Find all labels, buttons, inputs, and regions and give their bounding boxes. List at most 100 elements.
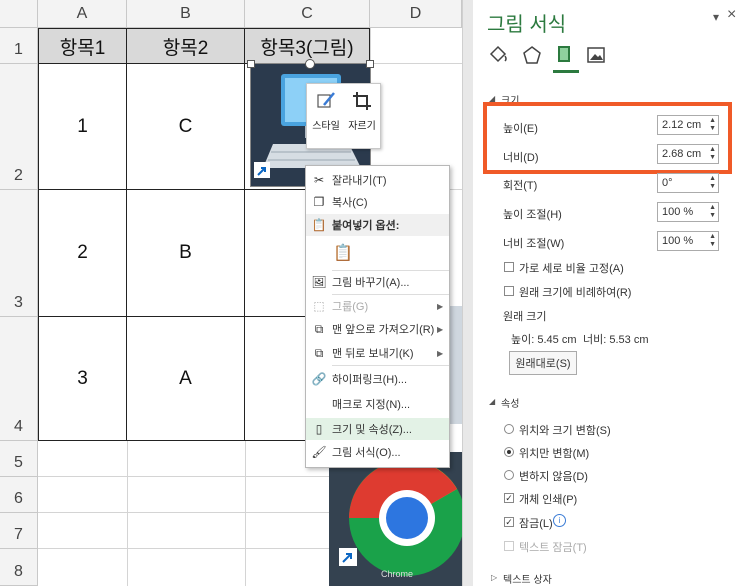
crop-icon <box>353 92 371 110</box>
lock-aspect-checkbox[interactable] <box>504 262 514 272</box>
pane-title: 그림 서식 <box>487 14 567 36</box>
table-cell[interactable]: B <box>127 190 245 317</box>
column-header-d[interactable]: D <box>370 0 462 28</box>
menu-item-size-properties[interactable]: ▯ 크기 및 속성(Z)... <box>306 418 449 440</box>
rotation-input[interactable]: 0° ▲ ▼ <box>657 173 719 193</box>
radio-move-and-size[interactable] <box>504 424 514 434</box>
gridline <box>370 63 462 64</box>
spinner-icon[interactable]: ▲ ▼ <box>709 175 716 191</box>
menu-item-cut[interactable]: ✂ 잘라내기(T) <box>306 169 449 191</box>
column-header-a[interactable]: A <box>38 0 127 28</box>
chrome-picture[interactable]: Chrome <box>329 452 462 586</box>
rotate-handle[interactable] <box>305 59 315 69</box>
print-object-checkbox[interactable]: ✓ <box>504 493 514 503</box>
menu-item-group[interactable]: ⬚ 그룹(G) ▶ <box>306 295 449 317</box>
table-cell[interactable]: C <box>127 64 245 190</box>
menu-item-format-picture[interactable]: 🖌 그림 서식(O)... <box>306 441 449 463</box>
section-toggle-icon[interactable]: ▷ <box>491 573 497 582</box>
locked-checkbox[interactable]: ✓ <box>504 517 514 527</box>
table-cell[interactable]: 3 <box>38 317 127 441</box>
scale-height-input[interactable]: 100 % ▲ ▼ <box>657 202 719 222</box>
format-picture-pane: 그림 서식 ▾ × ◢ 크기 높이(E) 2.12 cm ▲ ▼ 너비(D) 2.6… <box>473 0 745 586</box>
fill-line-tab[interactable] <box>487 44 511 68</box>
effects-tab[interactable] <box>521 44 545 68</box>
spinner-icon[interactable]: ▲ ▼ <box>709 146 716 162</box>
spinner-icon[interactable]: ▲ ▼ <box>709 204 716 220</box>
radio-move-only-label: 위치만 변함(M) <box>519 448 590 460</box>
context-menu: ✂ 잘라내기(T) ❐ 복사(C) 📋 붙여넣기 옵션: 📋 🖼 그림 바꾸기(A)..… <box>305 165 450 468</box>
close-icon[interactable]: × <box>727 6 736 24</box>
menu-item-paste-option[interactable]: 📋 <box>306 238 449 268</box>
original-height: 높이: 5.45 cm <box>511 334 577 346</box>
size-properties-tab[interactable] <box>553 42 579 73</box>
column-header-c[interactable]: C <box>245 0 370 28</box>
resize-handle[interactable] <box>366 60 374 68</box>
table-cell[interactable]: 1 <box>38 64 127 190</box>
reset-button[interactable]: 원래대로(S) <box>509 351 577 375</box>
row-header-4[interactable]: 4 <box>0 317 38 441</box>
size-properties-icon <box>558 46 570 62</box>
radio-move-and-size-label: 위치와 크기 변함(S) <box>519 425 611 437</box>
lock-aspect-label: 가로 세로 비율 고정(A) <box>519 263 624 275</box>
hyperlink-icon: 🔗 <box>311 372 327 386</box>
info-icon[interactable]: i <box>553 514 566 527</box>
spinner-icon[interactable]: ▲ ▼ <box>709 117 716 133</box>
row-header-3[interactable]: 3 <box>0 190 38 317</box>
section-properties-title[interactable]: 속성 <box>501 395 519 410</box>
size-properties-icon: ▯ <box>315 422 323 436</box>
spreadsheet: A B C D 1 2 3 4 5 6 7 8 항목1 항목2 항목3(그림) … <box>0 0 462 586</box>
table-cell[interactable]: 2 <box>38 190 127 317</box>
locked-label: 잠금(L) <box>519 518 553 530</box>
menu-item-hyperlink[interactable]: 🔗 하이퍼링크(H)... <box>306 368 449 390</box>
paste-icon: 📋 <box>311 218 327 232</box>
table-header-cell[interactable]: 항목1 <box>38 28 127 64</box>
menu-divider <box>332 365 449 366</box>
submenu-arrow-icon: ▶ <box>437 348 444 358</box>
row-header-1[interactable]: 1 <box>0 28 38 64</box>
row-header-5[interactable]: 5 <box>0 441 38 477</box>
scale-width-label: 너비 조절(W) <box>503 238 565 250</box>
change-picture-icon: 🖼 <box>311 275 327 289</box>
select-all-corner[interactable] <box>0 0 38 28</box>
menu-item-assign-macro[interactable]: 매크로 지정(N)... <box>306 393 449 415</box>
height-input[interactable]: 2.12 cm ▲ ▼ <box>657 115 719 135</box>
style-button[interactable]: 스타일 <box>309 88 343 144</box>
style-brush-icon <box>317 92 335 108</box>
picture-tab[interactable] <box>585 44 609 68</box>
rotation-label: 회전(T) <box>503 180 538 192</box>
picture-partial[interactable] <box>448 306 462 424</box>
crop-button[interactable]: 자르기 <box>345 88 379 144</box>
section-textbox-title[interactable]: 텍스트 상자 <box>503 571 552 586</box>
column-header-b[interactable]: B <box>127 0 245 28</box>
pane-options-dropdown[interactable]: ▾ <box>713 10 719 24</box>
table-cell[interactable]: A <box>127 317 245 441</box>
menu-item-bring-to-front[interactable]: ⧉ 맨 앞으로 가져오기(R) ▶ <box>306 318 449 340</box>
row-header-6[interactable]: 6 <box>0 477 38 513</box>
submenu-arrow-icon: ▶ <box>437 301 444 311</box>
scale-width-input[interactable]: 100 % ▲ ▼ <box>657 231 719 251</box>
lock-text-label: 텍스트 잠금(T) <box>519 542 587 554</box>
resize-handle[interactable] <box>247 60 255 68</box>
row-header-8[interactable]: 8 <box>0 549 38 586</box>
menu-item-send-to-back[interactable]: ⧉ 맨 뒤로 보내기(K) ▶ <box>306 342 449 364</box>
radio-move-only[interactable] <box>504 447 514 457</box>
lock-text-checkbox <box>504 541 514 551</box>
chrome-logo-icon <box>339 460 462 576</box>
width-input[interactable]: 2.68 cm ▲ ▼ <box>657 144 719 164</box>
radio-dont-move-label: 변하지 않음(D) <box>519 471 588 483</box>
menu-item-change-picture[interactable]: 🖼 그림 바꾸기(A)... <box>306 271 449 293</box>
picture-icon <box>587 47 605 63</box>
row-header-7[interactable]: 7 <box>0 513 38 549</box>
relative-original-checkbox[interactable] <box>504 286 514 296</box>
radio-dont-move[interactable] <box>504 470 514 480</box>
height-label: 높이(E) <box>503 123 538 135</box>
copy-icon: ❐ <box>313 195 325 209</box>
spinner-icon[interactable]: ▲ ▼ <box>709 233 716 249</box>
table-header-cell[interactable]: 항목2 <box>127 28 245 64</box>
row-header-2[interactable]: 2 <box>0 64 38 190</box>
menu-item-copy[interactable]: ❐ 복사(C) <box>306 191 449 213</box>
send-back-icon: ⧉ <box>314 345 324 360</box>
width-label: 너비(D) <box>503 152 539 164</box>
format-picture-icon: 🖌 <box>311 445 327 459</box>
section-toggle-icon[interactable]: ◢ <box>489 397 495 406</box>
